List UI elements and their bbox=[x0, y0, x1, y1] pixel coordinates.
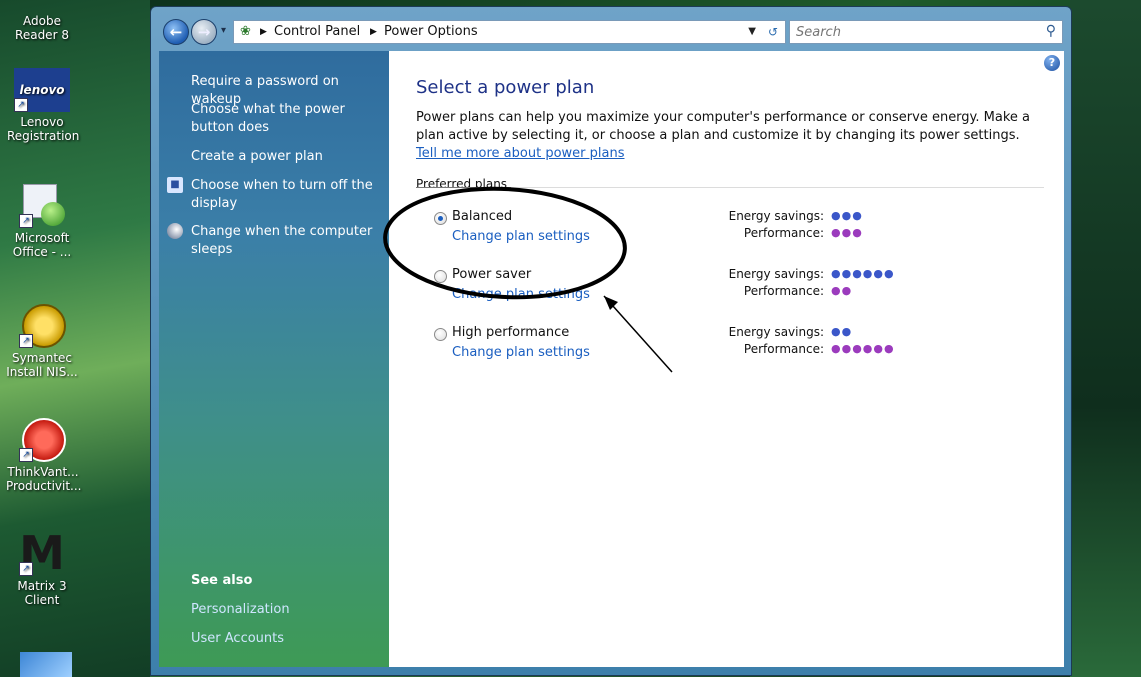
task-create-plan[interactable]: Create a power plan bbox=[191, 148, 385, 166]
page-title: Select a power plan bbox=[416, 77, 595, 98]
symantec-icon: ↗ bbox=[19, 302, 66, 348]
display-icon: ■ bbox=[167, 177, 183, 193]
see-also-user-accounts[interactable]: User Accounts bbox=[191, 631, 284, 646]
preferred-plans-header: Preferred plans bbox=[416, 177, 508, 191]
breadcrumb-control-panel[interactable]: Control Panel bbox=[274, 21, 360, 43]
address-bar[interactable]: ❀ ▶ Control Panel ▶ Power Options ▼ bbox=[233, 20, 763, 44]
description-text: Power plans can help you maximize your c… bbox=[416, 110, 1031, 143]
matrix-icon: M ↗ bbox=[19, 530, 65, 576]
performance-label: Performance: bbox=[743, 226, 824, 240]
desktop: Adobe Reader 8 lenovo ↗ Lenovo Registrat… bbox=[0, 0, 150, 677]
desktop-icon-thinkvantage[interactable]: ↗ ThinkVant... Productivit... bbox=[6, 416, 82, 493]
address-dropdown-icon[interactable]: ▼ bbox=[748, 21, 756, 43]
breadcrumb-separator-icon: ▶ bbox=[370, 27, 377, 37]
plan-balanced: Balanced Change plan settings Energy sav… bbox=[434, 209, 1074, 249]
desktop-icon-symantec[interactable]: ↗ Symantec Install NIS... bbox=[6, 302, 78, 379]
energy-dots: ●●● bbox=[831, 209, 863, 222]
see-also-title: See also bbox=[191, 573, 253, 588]
change-plan-settings-link[interactable]: Change plan settings bbox=[452, 345, 590, 360]
performance-dots: ●●● bbox=[831, 226, 863, 239]
change-plan-settings-link[interactable]: Change plan settings bbox=[452, 229, 590, 244]
plan-high-performance: High performance Change plan settings En… bbox=[434, 325, 1074, 365]
tell-me-more-link[interactable]: Tell me more about power plans bbox=[416, 146, 624, 161]
task-computer-sleeps[interactable]: Change when the computer sleeps bbox=[191, 223, 385, 259]
desktop-icon-label: ThinkVant... Productivit... bbox=[6, 465, 82, 493]
plan-name[interactable]: Balanced bbox=[452, 209, 512, 224]
search-box[interactable]: ⚲ bbox=[789, 20, 1063, 44]
search-icon[interactable]: ⚲ bbox=[1046, 23, 1056, 39]
change-plan-settings-link[interactable]: Change plan settings bbox=[452, 287, 590, 302]
plan-power-saver: Power saver Change plan settings Energy … bbox=[434, 267, 1074, 307]
page-description: Power plans can help you maximize your c… bbox=[416, 109, 1036, 163]
shortcut-arrow-icon: ↗ bbox=[14, 98, 28, 112]
main-content: ? Select a power plan Power plans can he… bbox=[389, 51, 1064, 667]
desktop-right-strip bbox=[1070, 0, 1141, 677]
plan-radio-balanced[interactable] bbox=[434, 212, 447, 225]
power-options-window: ← → ▾ ❀ ▶ Control Panel ▶ Power Options … bbox=[150, 6, 1072, 676]
desktop-icon-label: Symantec Install NIS... bbox=[6, 351, 78, 379]
back-button[interactable]: ← bbox=[163, 19, 189, 45]
plan-name[interactable]: Power saver bbox=[452, 267, 531, 282]
breadcrumb-separator-icon: ▶ bbox=[260, 27, 267, 37]
performance-label: Performance: bbox=[743, 342, 824, 356]
energy-dots: ●●●●●● bbox=[831, 267, 895, 280]
plan-radio-high-performance[interactable] bbox=[434, 328, 447, 341]
task-power-button[interactable]: Choose what the power button does bbox=[191, 101, 385, 137]
recent-pages-dropdown[interactable]: ▾ bbox=[221, 25, 226, 36]
navigation-bar: ← → ▾ ❀ ▶ Control Panel ▶ Power Options … bbox=[159, 17, 1063, 47]
desktop-icon-adobe-reader[interactable]: Adobe Reader 8 bbox=[6, 0, 78, 42]
plan-radio-power-saver[interactable] bbox=[434, 270, 447, 283]
desktop-icon-microsoft-office[interactable]: ↗ Microsoft Office - ... bbox=[6, 182, 78, 259]
desktop-icon-label: Adobe Reader 8 bbox=[15, 14, 69, 42]
see-also-personalization[interactable]: Personalization bbox=[191, 602, 290, 617]
energy-dots: ●● bbox=[831, 325, 853, 338]
shortcut-arrow-icon: ↗ bbox=[19, 562, 33, 576]
task-pane: Require a password on wakeup Choose what… bbox=[159, 51, 389, 667]
desktop-icon-matrix[interactable]: M ↗ Matrix 3 Client bbox=[6, 530, 78, 607]
search-input[interactable] bbox=[790, 22, 1022, 43]
lenovo-icon: lenovo ↗ bbox=[14, 68, 70, 112]
lenovo-logo-text: lenovo bbox=[19, 83, 65, 97]
desktop-icon-label: Matrix 3 Client bbox=[17, 579, 67, 607]
energy-savings-label: Energy savings: bbox=[728, 325, 824, 339]
thinkvantage-icon: ↗ bbox=[19, 416, 66, 462]
partial-desktop-icon[interactable] bbox=[20, 652, 72, 677]
performance-dots: ●● bbox=[831, 284, 853, 297]
sleep-moon-icon bbox=[167, 223, 183, 239]
plan-name[interactable]: High performance bbox=[452, 325, 569, 340]
refresh-button[interactable]: ↺ bbox=[761, 20, 786, 44]
desktop-icon-label: Microsoft Office - ... bbox=[12, 231, 72, 259]
performance-dots: ●●●●●● bbox=[831, 342, 895, 355]
task-turn-off-display[interactable]: Choose when to turn off the display bbox=[191, 177, 385, 213]
breadcrumb-power-options[interactable]: Power Options bbox=[384, 21, 478, 43]
control-panel-icon: ❀ bbox=[240, 24, 251, 39]
performance-label: Performance: bbox=[743, 284, 824, 298]
energy-savings-label: Energy savings: bbox=[728, 267, 824, 281]
shortcut-arrow-icon: ↗ bbox=[19, 448, 33, 462]
help-icon[interactable]: ? bbox=[1044, 55, 1060, 71]
shortcut-arrow-icon: ↗ bbox=[19, 214, 33, 228]
energy-savings-label: Energy savings: bbox=[728, 209, 824, 223]
shortcut-arrow-icon: ↗ bbox=[19, 334, 33, 348]
forward-button[interactable]: → bbox=[191, 19, 217, 45]
office-setup-icon: ↗ bbox=[19, 182, 65, 228]
desktop-icon-label: Lenovo Registration bbox=[7, 115, 80, 143]
desktop-icon-lenovo-registration[interactable]: lenovo ↗ Lenovo Registration bbox=[6, 68, 80, 143]
section-divider-accent bbox=[416, 187, 511, 188]
